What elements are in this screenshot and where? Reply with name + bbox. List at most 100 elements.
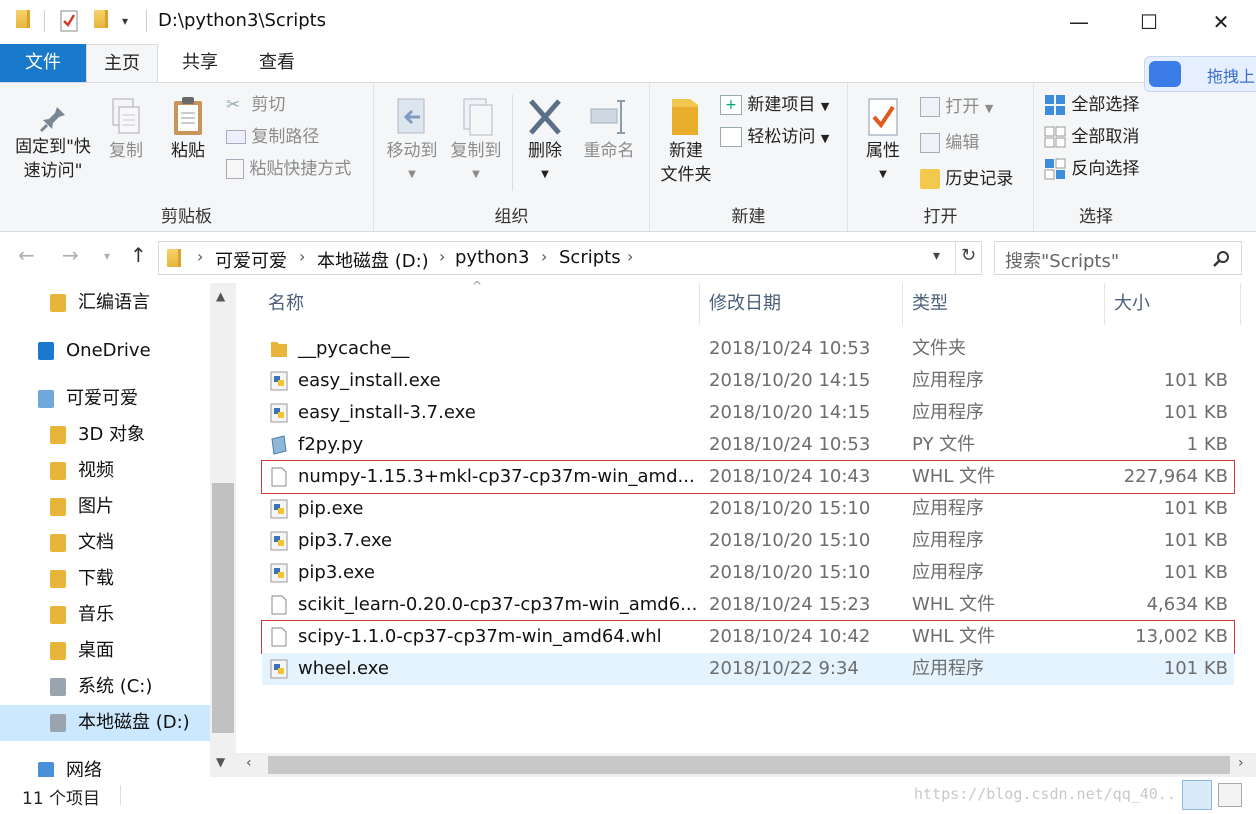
file-date: 2018/10/20 15:10 [709,498,871,519]
edit-button[interactable]: 编辑 [920,131,979,155]
nav-item[interactable]: 3D 对象 [0,417,210,453]
properties-button[interactable]: 属性 ▼ [856,95,910,187]
scroll-right-icon[interactable]: › [1238,755,1244,771]
column-divider[interactable] [1104,283,1105,325]
forward-arrow-icon[interactable]: → [62,243,79,267]
invert-selection-button[interactable]: 反向选择 [1044,157,1139,181]
scroll-up-icon[interactable]: ▲ [216,289,225,303]
file-row[interactable]: easy_install-3.7.exe 2018/10/20 14:15 应用程序… [262,397,1234,429]
move-to-button[interactable]: 移动到 ▼ [380,95,444,187]
recent-locations-chevron-icon[interactable]: ▾ [104,249,110,263]
breadcrumb-drive-d[interactable]: 本地磁盘 (D:) [317,247,429,273]
column-divider[interactable] [902,283,903,325]
tab-share[interactable]: 共享 [164,44,236,82]
details-view-icon[interactable] [1182,780,1212,810]
file-row[interactable]: pip3.7.exe 2018/10/20 15:10 应用程序 101 KB [262,525,1234,557]
file-row[interactable]: __pycache__ 2018/10/24 10:53 文件夹 [262,333,1234,365]
scroll-down-icon[interactable]: ▼ [216,755,225,769]
column-header-size[interactable]: 大小 [1114,289,1150,315]
nav-item[interactable]: 汇编语言 [0,285,210,321]
file-row[interactable]: scikit_learn-0.20.0-cp37-cp37m-win_amd6.… [262,589,1234,621]
nav-item[interactable]: 系统 (C:) [0,669,210,705]
breadcrumb-python3[interactable]: python3 [455,247,529,268]
invert-selection-label: 反向选择 [1071,159,1140,179]
new-folder-icon[interactable] [94,10,108,28]
file-row[interactable]: pip.exe 2018/10/20 15:10 应用程序 101 KB [262,493,1234,525]
nav-item[interactable]: 桌面 [0,633,210,669]
folder-icon [16,10,30,28]
file-row[interactable]: easy_install.exe 2018/10/20 14:15 应用程序 101 … [262,365,1234,397]
history-button[interactable]: 历史记录 [920,167,1013,191]
copy-to-button[interactable]: 复制到 ▼ [444,95,508,187]
easy-access-button[interactable]: 轻松访问 ▼ [720,125,829,151]
rename-button[interactable]: 重命名 [576,95,642,163]
quick-access-dropdown-icon[interactable]: ▾ [122,14,128,38]
file-size: 1 KB [1186,434,1228,455]
file-type: 应用程序 [912,370,984,391]
paste-button[interactable]: 粘贴 [160,95,216,163]
new-folder-label-line1: 新建 [669,141,703,161]
nav-item[interactable]: OneDrive [0,333,210,369]
paste-shortcut-button[interactable]: 粘贴快捷方式 [226,157,351,181]
pin-quick-access-button[interactable]: 固定到"快 速访问" [6,103,100,183]
back-arrow-icon[interactable]: ← [18,243,35,267]
sort-ascending-icon: ^ [472,279,483,293]
select-none-button[interactable]: 全部取消 [1044,125,1139,149]
large-icons-view-icon[interactable] [1218,783,1242,807]
column-header-date[interactable]: 修改日期 [709,289,781,315]
file-row[interactable]: pip3.exe 2018/10/20 15:10 应用程序 101 KB [262,557,1234,589]
new-folder-button[interactable]: 新建 文件夹 [654,95,718,187]
open-button[interactable]: 打开 ▼ [920,95,993,121]
file-explorer-window: ▾ D:\python3\Scripts — ☐ ✕ 文件 主页 共享 查看 固… [0,0,1256,814]
select-all-button[interactable]: 全部选择 [1044,93,1139,117]
address-bar[interactable]: › 可爱可爱 › 本地磁盘 (D:) › python3 › Scripts ›… [158,241,982,275]
nav-scrollbar-thumb[interactable] [212,483,234,733]
file-icon [271,467,287,487]
horizontal-scrollbar-thumb[interactable] [268,756,1230,774]
refresh-icon[interactable]: ↻ [961,245,976,266]
nav-item[interactable]: 下载 [0,561,210,597]
address-dropdown-icon[interactable]: ▾ [933,248,940,264]
scroll-left-icon[interactable]: ‹ [246,755,252,771]
breadcrumb-computer[interactable]: 可爱可爱 [215,247,287,273]
cut-button[interactable]: ✂ 剪切 [226,93,285,117]
copy-path-button[interactable]: 复制路径 [226,125,319,149]
organize-group-label: 组织 [494,207,529,227]
file-row[interactable]: scipy-1.1.0-cp37-cp37m-win_amd64.whl 2018… [261,620,1235,654]
nav-item[interactable]: 视频 [0,453,210,489]
nav-item[interactable]: 图片 [0,489,210,525]
nav-item[interactable]: 音乐 [0,597,210,633]
file-row[interactable]: f2py.py 2018/10/24 10:53 PY 文件 1 KB [262,429,1234,461]
nav-item[interactable]: 本地磁盘 (D:) [0,705,210,741]
column-divider[interactable] [1240,283,1241,325]
maximize-button[interactable]: ☐ [1118,0,1180,44]
file-row[interactable]: numpy-1.15.3+mkl-cp37-cp37m-win_amd... 20… [261,460,1235,494]
new-item-button[interactable]: + 新建项目 ▼ [720,93,829,119]
nav-item-label: 下载 [78,568,114,589]
column-header-type[interactable]: 类型 [912,289,948,315]
tab-home[interactable]: 主页 [86,44,158,83]
edit-label: 编辑 [945,133,980,153]
tab-file[interactable]: 文件 [0,44,86,82]
tab-view[interactable]: 查看 [240,44,314,82]
search-icon[interactable] [1213,250,1231,268]
minimize-button[interactable]: — [1048,0,1110,44]
breadcrumb-scripts[interactable]: Scripts [559,247,621,268]
properties-check-icon[interactable] [60,10,78,34]
copy-button[interactable]: 复制 [102,95,150,163]
divider [120,785,121,805]
nav-item[interactable]: 可爱可爱 [0,381,210,417]
nav-item[interactable]: 文档 [0,525,210,561]
file-size: 101 KB [1163,562,1228,583]
file-name: easy_install.exe [298,370,441,391]
column-header-name[interactable]: 名称 [268,289,304,315]
baidu-drag-upload-widget[interactable]: 拖拽上 [1144,56,1256,92]
file-name: wheel.exe [298,658,389,679]
close-button[interactable]: ✕ [1190,0,1252,44]
delete-button[interactable]: 删除 ▼ [520,95,570,187]
file-row[interactable]: wheel.exe 2018/10/22 9:34 应用程序 101 KB [262,653,1234,685]
up-arrow-icon[interactable]: ↑ [130,243,147,267]
search-box[interactable]: 搜索"Scripts" [994,241,1242,275]
column-divider[interactable] [699,283,700,325]
desktop-folder-icon [50,642,66,660]
